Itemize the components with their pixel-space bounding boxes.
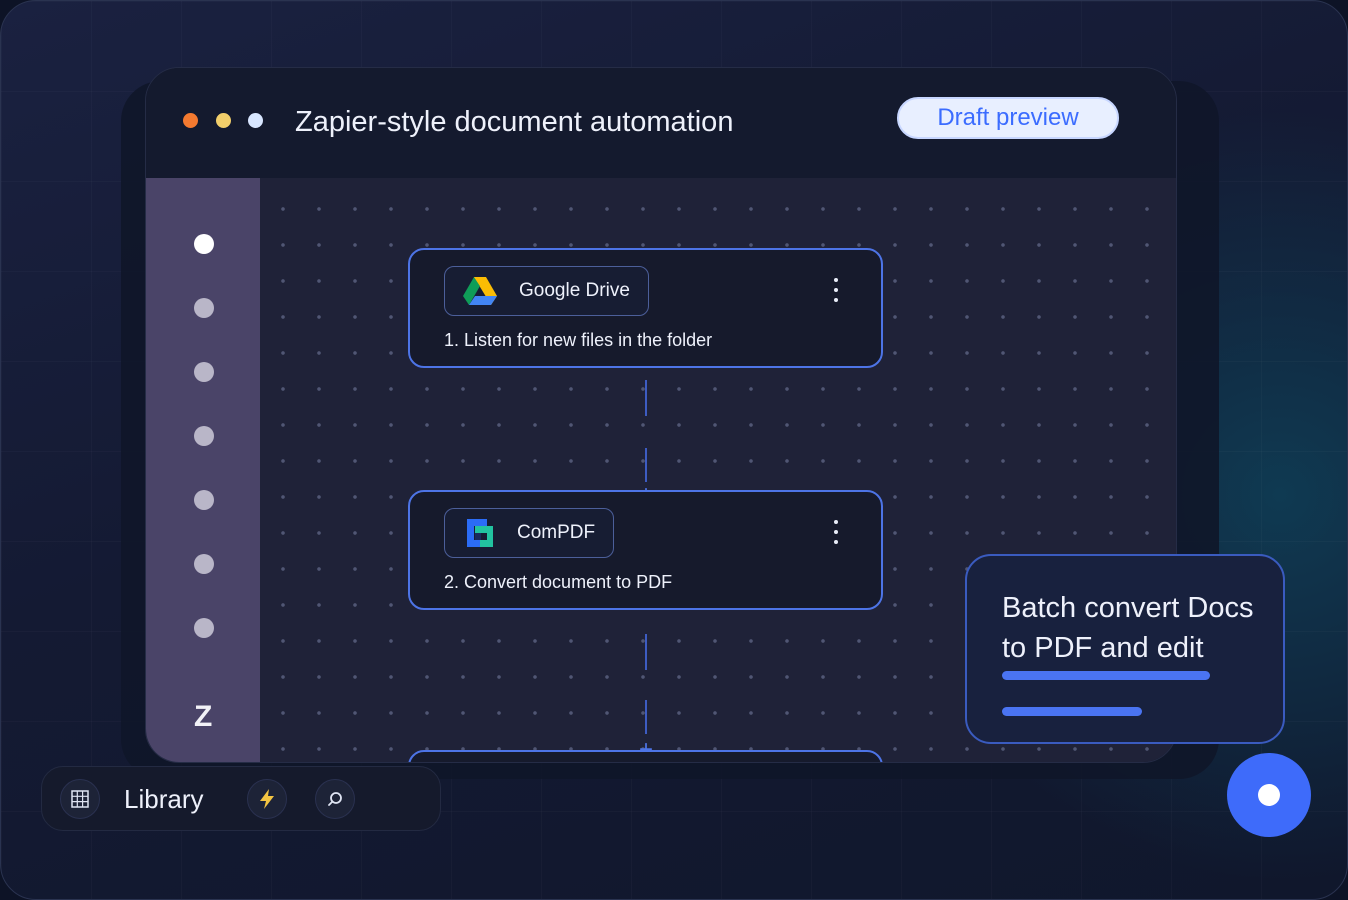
record-button[interactable] [1227,753,1311,837]
app-frame: Zapier-style document automation Draft p… [0,0,1348,900]
step-app-chip[interactable]: ComPDF [444,508,615,558]
sidebar-item-5[interactable] [194,490,214,510]
progress-line-2 [1002,707,1142,716]
step-app-name: Google Drive [519,280,630,301]
record-dot-icon [1258,784,1280,806]
sidebar-item-1[interactable] [194,234,214,254]
workflow-step-2[interactable]: ComPDF 2. Convert document to PDF [408,490,883,610]
connector-line [645,380,647,416]
workflow-step-1[interactable]: Google Drive 1. Listen for new files in … [408,248,883,368]
info-card-text: Batch convert Docs to PDF and edit [1002,592,1254,664]
window-title: Zapier-style document automation [295,106,734,138]
step-description: 2. Convert document to PDF [444,572,673,592]
google-drive-icon [463,277,497,305]
bottom-toolbar: Library [41,766,441,831]
info-card: Batch convert Docs to PDF and edit [965,554,1285,744]
close-window-button[interactable] [183,113,198,128]
step-app-chip[interactable]: Google Drive [444,266,649,316]
workflow-step-3[interactable] [408,750,883,762]
connector-line [645,448,647,482]
minimize-window-button[interactable] [216,113,231,128]
step-description: 1. Listen for new files in the folder [444,330,713,350]
connector-line [645,700,647,734]
progress-line-1 [1002,671,1210,680]
sidebar-item-3[interactable] [194,362,214,382]
sidebar-item-7[interactable] [194,618,214,638]
more-options-icon[interactable] [833,278,839,302]
sidebar-item-2[interactable] [194,298,214,318]
library-label[interactable]: Library [124,784,203,815]
zapier-logo: Z [194,700,213,733]
sidebar-item-6[interactable] [194,554,214,574]
step-app-name: ComPDF [517,522,596,543]
lightning-icon[interactable] [247,779,287,819]
search-icon[interactable] [315,779,355,819]
sidebar: Z [146,178,260,762]
maximize-window-button[interactable] [248,113,263,128]
compdf-icon [467,519,493,547]
sidebar-item-4[interactable] [194,426,214,446]
grid-icon[interactable] [60,779,100,819]
connector-line [645,634,647,670]
draft-preview-button[interactable]: Draft preview [897,97,1119,139]
title-bar: Zapier-style document automation Draft p… [146,68,1176,178]
more-options-icon[interactable] [833,520,839,544]
